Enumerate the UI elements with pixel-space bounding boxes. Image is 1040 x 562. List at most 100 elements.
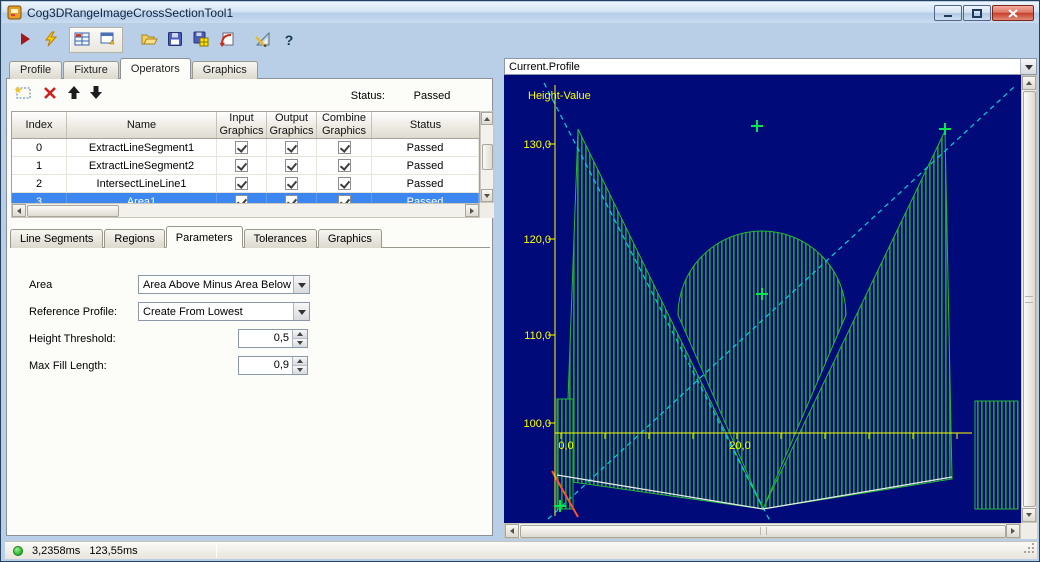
checkbox-output-graphics[interactable] xyxy=(285,177,298,190)
scroll-left-button[interactable] xyxy=(505,524,519,538)
checkbox-input-graphics[interactable] xyxy=(235,177,248,190)
measure-button[interactable] xyxy=(251,28,275,52)
scroll-left-button[interactable] xyxy=(12,204,26,217)
run-button[interactable] xyxy=(13,28,37,52)
maximize-button[interactable] xyxy=(963,5,991,21)
checkbox-input-graphics[interactable] xyxy=(235,195,248,203)
tab-line-segments[interactable]: Line Segments xyxy=(10,229,104,248)
floppy-grid-icon xyxy=(193,31,209,50)
checkbox-output-graphics[interactable] xyxy=(285,195,298,203)
statusbar-divider xyxy=(215,543,217,558)
y-tick-label: 110,0 xyxy=(524,330,551,342)
cell-name: ExtractLineSegment2 xyxy=(67,157,217,174)
main-tab-strip: Profile Fixture Operators Graphics xyxy=(9,58,259,79)
height-threshold-input[interactable]: 0,5 xyxy=(238,329,308,348)
profile-plot[interactable]: Height-Value 130,0 120,0 110,0 100,0 0,0… xyxy=(504,75,1021,523)
scroll-right-button[interactable] xyxy=(465,204,479,217)
window-title: Cog3DRangeImageCrossSectionTool1 xyxy=(27,5,234,20)
table-row[interactable]: 2 IntersectLineLine1 Passed xyxy=(12,175,479,193)
delete-operator-button[interactable] xyxy=(39,83,61,105)
dropdown-button[interactable] xyxy=(293,303,309,320)
cell-index: 1 xyxy=(12,157,67,174)
dropdown-button[interactable] xyxy=(1020,59,1036,74)
scroll-right-button[interactable] xyxy=(1006,524,1020,538)
checkbox-input-graphics[interactable] xyxy=(235,141,248,154)
checkbox-input-graphics[interactable] xyxy=(235,159,248,172)
move-down-button[interactable] xyxy=(85,83,107,105)
move-up-button[interactable] xyxy=(63,83,85,105)
tab-profile[interactable]: Profile xyxy=(9,61,63,79)
new-item-icon xyxy=(14,85,33,104)
scroll-down-button[interactable] xyxy=(481,189,493,202)
spin-down-button[interactable] xyxy=(293,339,307,347)
save-button[interactable] xyxy=(163,28,187,52)
dropdown-button[interactable] xyxy=(293,276,309,293)
cell-status: Passed xyxy=(372,175,479,192)
grid-vertical-scrollbar[interactable] xyxy=(480,111,494,203)
open-file-button[interactable] xyxy=(137,28,161,52)
max-fill-length-value[interactable]: 0,9 xyxy=(239,357,292,374)
scrollbar-thumb[interactable] xyxy=(520,524,1006,538)
table-row[interactable]: 1 ExtractLineSegment2 Passed xyxy=(12,157,479,175)
display-vertical-scrollbar[interactable] xyxy=(1021,75,1037,523)
checkbox-combine-graphics[interactable] xyxy=(337,195,351,203)
display-source-select[interactable]: Current.Profile xyxy=(504,58,1037,75)
add-operator-button[interactable] xyxy=(13,83,35,105)
tab-parameters[interactable]: Parameters xyxy=(165,226,243,248)
tab-regions[interactable]: Regions xyxy=(104,229,165,248)
checkbox-output-graphics[interactable] xyxy=(285,159,298,172)
display-source-value: Current.Profile xyxy=(509,60,580,73)
tab-graphics[interactable]: Graphics xyxy=(191,61,258,79)
tab-operators[interactable]: Operators xyxy=(119,58,191,79)
minimize-button[interactable] xyxy=(934,5,962,21)
reference-profile-select[interactable]: Create From Lowest xyxy=(138,302,310,321)
spinner-buttons xyxy=(292,330,307,347)
table-row-selected[interactable]: 3 Area1 Passed xyxy=(12,193,479,203)
scrollbar-thumb[interactable] xyxy=(1022,91,1036,507)
max-fill-length-input[interactable]: 0,9 xyxy=(238,356,308,375)
area-select[interactable]: Area Above Minus Area Below xyxy=(138,275,310,294)
spin-up-button[interactable] xyxy=(293,357,307,366)
grid-horizontal-scrollbar[interactable] xyxy=(11,203,480,218)
image-display-button[interactable] xyxy=(70,28,94,52)
column-header-input-graphics[interactable]: Input Graphics xyxy=(217,112,267,138)
triangle-right-icon xyxy=(470,207,477,214)
tab-fixture[interactable]: Fixture xyxy=(63,61,119,79)
resize-grip-icon[interactable] xyxy=(1023,542,1035,557)
column-header-name[interactable]: Name xyxy=(67,112,217,138)
close-button[interactable] xyxy=(992,5,1034,21)
column-header-combine-graphics[interactable]: Combine Graphics xyxy=(317,112,372,138)
profile-display[interactable]: Height-Value 130,0 120,0 110,0 100,0 0,0… xyxy=(504,75,1021,523)
checkbox-output-graphics[interactable] xyxy=(285,141,298,154)
spin-up-button[interactable] xyxy=(293,330,307,339)
title-bar[interactable]: Cog3DRangeImageCrossSectionTool1 xyxy=(2,2,1039,23)
height-threshold-value[interactable]: 0,5 xyxy=(239,330,292,347)
column-header-index[interactable]: Index xyxy=(12,112,67,138)
tab-tolerances[interactable]: Tolerances xyxy=(243,229,317,248)
column-header-status[interactable]: Status xyxy=(372,112,479,138)
float-window-button[interactable] xyxy=(96,28,120,52)
scroll-up-button[interactable] xyxy=(1022,76,1036,90)
save-results-button[interactable] xyxy=(189,28,213,52)
scroll-up-button[interactable] xyxy=(481,112,493,125)
cell-status: Passed xyxy=(372,193,479,203)
total-time: 123,55ms xyxy=(89,544,138,557)
grid-body: 0 ExtractLineSegment1 Passed 1 ExtractLi… xyxy=(11,139,480,203)
checkbox-combine-graphics[interactable] xyxy=(337,177,351,190)
scrollbar-thumb[interactable] xyxy=(27,204,119,217)
delete-x-icon xyxy=(43,86,57,103)
trigger-button[interactable] xyxy=(39,28,63,52)
import-button[interactable] xyxy=(215,28,239,52)
table-row[interactable]: 0 ExtractLineSegment1 Passed xyxy=(12,139,479,157)
tab-graphics-sub[interactable]: Graphics xyxy=(317,229,382,248)
checkbox-combine-graphics[interactable] xyxy=(337,159,351,172)
spin-down-button[interactable] xyxy=(293,366,307,374)
scroll-down-button[interactable] xyxy=(1022,508,1036,522)
column-header-output-graphics[interactable]: Output Graphics xyxy=(267,112,317,138)
scrollbar-corner xyxy=(1021,523,1037,539)
y-tick-label: 120,0 xyxy=(523,234,551,246)
scrollbar-thumb[interactable] xyxy=(481,144,493,170)
checkbox-combine-graphics[interactable] xyxy=(337,141,351,154)
display-horizontal-scrollbar[interactable] xyxy=(504,523,1021,539)
help-button[interactable]: ? xyxy=(277,28,301,52)
